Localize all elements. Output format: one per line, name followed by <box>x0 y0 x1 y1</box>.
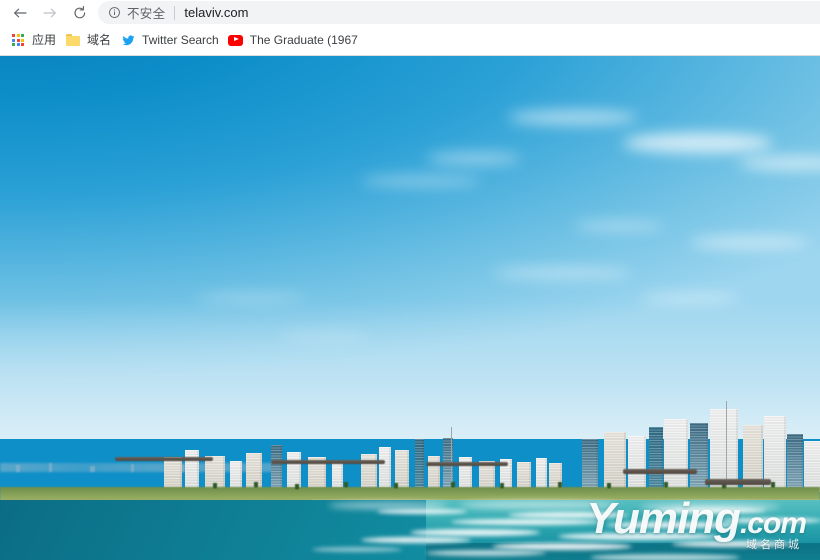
hero-photo: Yuming.com 域名商城 <box>0 56 820 560</box>
city-skyline <box>0 401 820 493</box>
bookmark-label: The Graduate (1967 <box>249 33 358 47</box>
bookmark-folder-domains[interactable]: 域名 <box>63 29 118 51</box>
bookmarks-bar: 应用 域名 Twitter Search The Graduate (1967 <box>0 25 820 56</box>
sky <box>0 56 820 440</box>
sea <box>0 499 820 560</box>
browser-toolbar: 不安全 telaviv.com <box>0 0 820 25</box>
bookmark-the-graduate[interactable]: The Graduate (1967 <box>226 29 365 51</box>
back-arrow-icon <box>12 5 28 21</box>
forward-arrow-icon <box>42 5 58 21</box>
youtube-icon <box>228 32 244 48</box>
folder-icon <box>65 32 81 48</box>
bookmark-apps[interactable]: 应用 <box>8 29 63 51</box>
address-bar[interactable]: 不安全 telaviv.com <box>98 1 820 24</box>
back-button[interactable] <box>6 0 34 25</box>
info-circle-icon[interactable] <box>108 6 121 19</box>
browser-window: 不安全 telaviv.com 应用 域名 Twitter Search The… <box>0 0 820 560</box>
security-status-label[interactable]: 不安全 <box>127 3 165 22</box>
bookmark-label: 应用 <box>32 33 57 47</box>
google-apps-grid-icon <box>10 32 26 48</box>
reload-icon <box>72 5 88 21</box>
reload-button[interactable] <box>66 0 94 25</box>
page-viewport: Yuming.com 域名商城 <box>0 56 820 560</box>
omnibox-divider <box>174 5 176 20</box>
url-text[interactable]: telaviv.com <box>184 5 248 20</box>
bookmark-label: Twitter Search <box>142 33 219 47</box>
twitter-bird-icon <box>120 32 136 48</box>
bookmark-label: 域名 <box>87 33 112 47</box>
bookmark-twitter-search[interactable]: Twitter Search <box>118 29 226 51</box>
forward-button[interactable] <box>36 0 64 25</box>
